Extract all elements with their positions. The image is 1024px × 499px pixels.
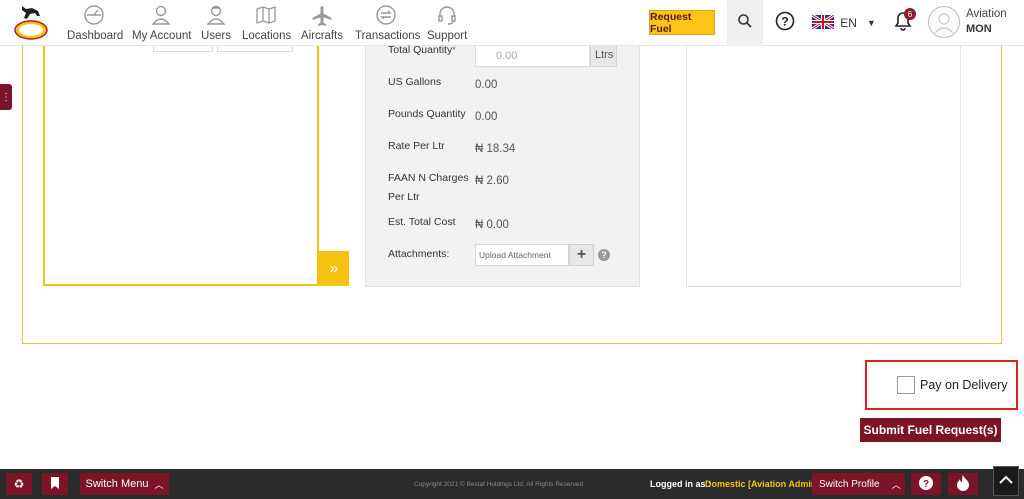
input-stub — [217, 46, 293, 52]
map-icon — [242, 4, 290, 30]
attachments-label: Attachments: — [388, 248, 450, 260]
rate-per-ltr-label: Rate Per Ltr — [388, 140, 445, 152]
required-mark: * — [452, 45, 456, 55]
nav-users[interactable]: Users — [200, 2, 232, 44]
fire-button[interactable] — [948, 473, 978, 495]
user-role: MON — [966, 23, 992, 35]
recycle-button[interactable]: ♻ — [6, 473, 32, 495]
top-navigation-bar: Dashboard My Account Users Locations Air… — [0, 0, 1024, 46]
chevron-down-icon: ▼ — [866, 18, 876, 28]
pay-on-delivery-checkbox[interactable] — [897, 376, 915, 394]
copyright-text: Copyright 2021 © Bestaf Holdings Ltd. Al… — [414, 481, 584, 488]
faan-label-line1: FAAN N Charges — [388, 172, 469, 184]
plus-icon: + — [576, 246, 587, 263]
scroll-to-top-button[interactable] — [993, 466, 1019, 496]
aircraft-selection-panel — [43, 46, 319, 286]
search-button[interactable] — [727, 0, 763, 46]
fire-icon — [956, 474, 970, 494]
svg-text:?: ? — [781, 14, 788, 28]
language-selector[interactable]: EN ▼ — [808, 0, 880, 46]
recycle-icon: ♻ — [13, 477, 25, 491]
nav-my-account-label: My Account — [132, 30, 192, 42]
avatar — [928, 6, 960, 38]
more-vertical-icon: ⋮ — [1, 91, 11, 103]
user-menu[interactable]: Aviation MON — [928, 6, 1024, 40]
notifications-button[interactable]: 6 — [888, 0, 918, 46]
bookmark-icon — [50, 476, 60, 492]
total-quantity-text: Total Quantity — [388, 44, 453, 56]
switch-menu-button[interactable]: Switch Menu ︿ — [80, 473, 169, 495]
faan-charges-label: FAAN N Charges Per Ltr — [388, 169, 469, 207]
next-step-button[interactable]: » — [319, 251, 349, 286]
faan-label-line2: Per Ltr — [388, 191, 420, 203]
dashboard-icon — [67, 4, 121, 30]
nav-locations-label: Locations — [242, 30, 292, 42]
uk-flag-icon — [811, 13, 836, 32]
help-icon: ? — [775, 11, 795, 36]
help-button[interactable]: ? — [767, 0, 803, 46]
quantity-unit: Ltrs — [590, 46, 617, 67]
request-fuel-button[interactable]: Request Fuel — [649, 10, 715, 35]
nav-aircrafts[interactable]: Aircrafts — [300, 2, 344, 44]
input-stub — [153, 46, 213, 52]
pounds-quantity-label: Pounds Quantity — [388, 108, 466, 120]
logged-in-label: Logged in as : — [650, 479, 712, 489]
airplane-icon — [300, 4, 344, 30]
pay-on-delivery-label[interactable]: Pay on Delivery — [920, 378, 1008, 392]
language-label: EN — [840, 16, 857, 30]
nav-locations[interactable]: Locations — [242, 2, 292, 44]
search-icon — [737, 13, 753, 34]
attachment-help-icon[interactable]: ? — [598, 249, 610, 261]
footer-help-button[interactable]: ? — [911, 473, 941, 495]
double-chevron-right-icon: » — [329, 259, 339, 277]
switch-menu-label: Switch Menu — [85, 478, 149, 490]
bookmark-button[interactable] — [42, 473, 68, 495]
nav-users-label: Users — [200, 30, 232, 42]
rate-per-ltr-value: ₦ 18.34 — [475, 143, 516, 155]
nav-support[interactable]: Support — [427, 2, 467, 44]
side-drawer-toggle[interactable]: ⋮ — [0, 84, 12, 110]
chevron-up-icon: ︿ — [891, 479, 901, 490]
switch-profile-button[interactable]: Switch Profile ︿ — [812, 473, 905, 495]
nav-transactions[interactable]: Transactions — [355, 2, 420, 44]
footer-bar: ♻ Switch Menu ︿ Copyright 2021 © Bestaf … — [0, 469, 1024, 499]
right-info-panel — [686, 46, 961, 287]
users-icon — [200, 4, 232, 30]
logged-in-value: Domestic [Aviation Admin] — [705, 479, 820, 489]
nav-my-account[interactable]: My Account — [132, 2, 192, 44]
notification-badge: 6 — [904, 8, 916, 20]
submit-fuel-request-button[interactable]: Submit Fuel Request(s) — [860, 418, 1001, 442]
switch-profile-label: Switch Profile — [819, 478, 880, 490]
nav-dashboard-label: Dashboard — [67, 30, 124, 42]
total-quantity-label: Total Quantity* — [388, 41, 456, 60]
add-attachment-button[interactable]: + — [569, 244, 594, 266]
svg-text:?: ? — [923, 479, 929, 490]
help-icon: ? — [918, 475, 934, 494]
faan-charges-value: ₦ 2.60 — [475, 175, 509, 187]
user-name: Aviation — [966, 8, 1007, 20]
account-icon — [132, 4, 190, 30]
mrs-logo[interactable] — [14, 2, 48, 42]
chevron-up-icon — [999, 472, 1013, 490]
total-quantity-input[interactable]: 0.00 — [475, 46, 590, 67]
est-total-cost-value: ₦ 0.00 — [475, 219, 509, 231]
us-gallons-label: US Gallons — [388, 76, 442, 88]
pounds-quantity-value: 0.00 — [475, 111, 498, 123]
est-total-cost-label: Est. Total Cost — [388, 216, 456, 228]
pay-on-delivery-highlight: Pay on Delivery — [865, 360, 1018, 410]
us-gallons-value: 0.00 — [475, 79, 498, 91]
headset-icon — [427, 4, 467, 30]
transactions-icon — [355, 4, 417, 30]
nav-aircrafts-label: Aircrafts — [300, 30, 344, 42]
chevron-up-icon: ︿ — [154, 479, 164, 490]
nav-dashboard[interactable]: Dashboard — [67, 2, 124, 44]
upload-attachment-input[interactable]: Upload Attachment — [475, 244, 569, 266]
